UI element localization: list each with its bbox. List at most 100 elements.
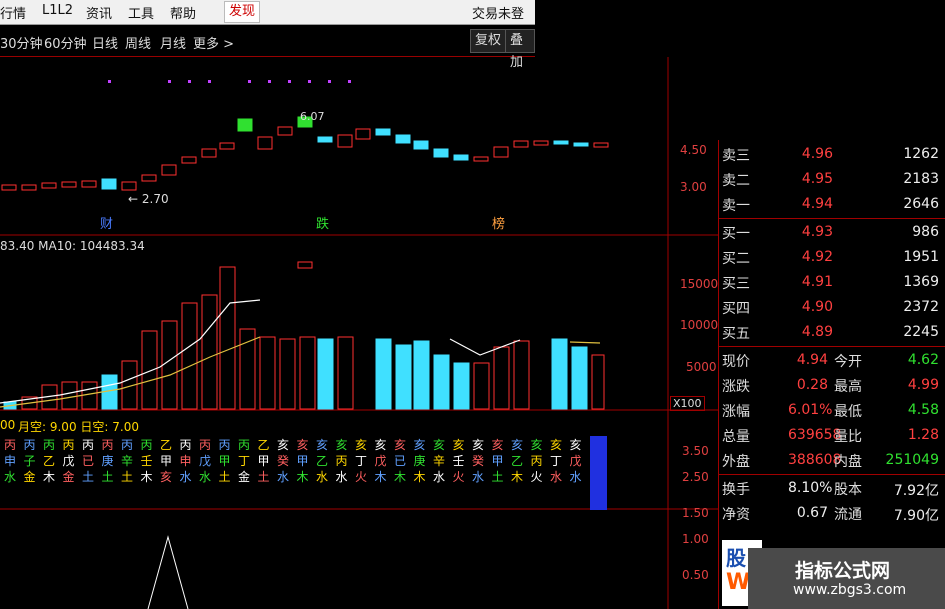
- ganzhi-char: 甲: [218, 454, 231, 468]
- quote-volume: 986: [912, 224, 939, 240]
- indicator-line: [147, 535, 189, 609]
- signal-dot: [168, 80, 171, 83]
- quote-label: 买一: [722, 226, 750, 242]
- marker-bang[interactable]: 榜: [492, 213, 505, 232]
- stat-value: 4.99: [907, 377, 939, 393]
- quote-volume: 1262: [903, 146, 939, 162]
- stat-row: 净资 0.67 流通 7.90亿: [718, 502, 945, 526]
- ganzhi-char: 亥: [530, 438, 543, 452]
- ganzhi-char: 丙: [199, 438, 212, 452]
- candle: [573, 142, 589, 147]
- bid-row: 买二 4.92 1951: [718, 246, 945, 270]
- fuquan-button[interactable]: 复权: [470, 29, 507, 53]
- indicator-header: 月空: 9.00 日空: 7.00: [18, 420, 139, 434]
- quote-label: 买三: [722, 276, 750, 292]
- candle: [21, 184, 37, 191]
- ganzhi-char: 丙: [121, 438, 134, 452]
- marker-cai[interactable]: 财: [100, 213, 113, 232]
- candle: [493, 146, 509, 158]
- ganzhi-char: 木: [43, 470, 56, 484]
- menu-item-3[interactable]: 工具: [128, 3, 154, 22]
- ganzhi-char: 壬: [140, 454, 153, 468]
- indicator-prefix: 00: [0, 418, 16, 432]
- stat-label: 最高: [834, 379, 862, 395]
- ganzhi-char: 亥: [452, 438, 465, 452]
- stat-label: 量比: [834, 429, 862, 445]
- ganzhi-char: 土: [101, 470, 114, 484]
- ask-row: 卖三 4.96 1262: [718, 143, 945, 167]
- period-5[interactable]: 更多 >: [193, 33, 234, 52]
- candle: [277, 126, 293, 136]
- kline-chart[interactable]: [0, 57, 718, 609]
- ganzhi-char: 丙: [179, 438, 192, 452]
- ganzhi-char: 亥: [569, 438, 582, 452]
- ganzhi-char: 水: [472, 470, 485, 484]
- stat-row: 涨跌 0.28 最高 4.99: [718, 374, 945, 398]
- quote-price: 4.96: [801, 146, 833, 162]
- quote-price: 4.91: [801, 274, 833, 290]
- period-0[interactable]: 30分钟: [0, 33, 43, 52]
- period-1[interactable]: 60分钟: [44, 33, 87, 52]
- ganzhi-char: 丙: [82, 438, 95, 452]
- candle: [1, 184, 17, 191]
- ganzhi-char: 水: [433, 470, 446, 484]
- menu-item-0[interactable]: 行情: [0, 3, 26, 22]
- ganzhi-char: 甲: [257, 454, 270, 468]
- quote-panel: 卖三 4.96 1262 卖二 4.95 2183 卖一 4.94 2646 买一 …: [718, 140, 945, 609]
- signal-dot: [308, 80, 311, 83]
- volume-bar: [161, 320, 178, 410]
- volume-bar: [493, 346, 510, 410]
- quote-price: 4.94: [801, 196, 833, 212]
- volume-bar: [279, 338, 296, 410]
- stat-value: 388608: [788, 452, 842, 468]
- stat-label: 今开: [834, 354, 862, 370]
- candle: [161, 164, 177, 176]
- menu-item-2[interactable]: 资讯: [86, 3, 112, 22]
- bid-row: 买五 4.89 2245: [718, 321, 945, 345]
- stat-value: 639658: [788, 427, 842, 443]
- signal-dot: [328, 80, 331, 83]
- stat-value: 7.90亿: [893, 508, 939, 524]
- high-annotation: 6.07: [300, 110, 325, 123]
- ganzhi-char: 丁: [238, 454, 251, 468]
- ganzhi-char: 乙: [160, 438, 173, 452]
- quote-label: 卖一: [722, 198, 750, 214]
- period-3[interactable]: 周线: [125, 33, 151, 52]
- signal-dot: [188, 80, 191, 83]
- ganzhi-char: 水: [550, 470, 563, 484]
- ganzhi-char: 丙: [23, 438, 36, 452]
- ganzhi-char: 水: [199, 470, 212, 484]
- ask-row: 卖二 4.95 2183: [718, 168, 945, 192]
- ganzhi-char: 丁: [550, 454, 563, 468]
- ganzhi-char: 水: [569, 470, 582, 484]
- period-2[interactable]: 日线: [92, 33, 118, 52]
- menu-item-5[interactable]: 发现: [224, 1, 261, 23]
- indicator-tick: 2.50: [682, 470, 709, 484]
- bid-row: 买三 4.91 1369: [718, 271, 945, 295]
- volume-bar: [181, 302, 198, 410]
- period-4[interactable]: 月线: [160, 33, 186, 52]
- quote-price: 4.95: [801, 171, 833, 187]
- stat-label: 外盘: [722, 454, 750, 470]
- candle: [219, 142, 235, 150]
- candle: [81, 180, 97, 188]
- signal-dot: [208, 80, 211, 83]
- stat-value: 7.92亿: [893, 483, 939, 499]
- overlay-button[interactable]: 叠加: [505, 29, 535, 70]
- ganzhi-char: 亥: [550, 438, 563, 452]
- ganzhi-char: 丙: [4, 438, 17, 452]
- stat-value: 4.94: [796, 352, 828, 368]
- ganzhi-char: 庚: [101, 454, 114, 468]
- quote-volume: 2372: [903, 299, 939, 315]
- ganzhi-char: 甲: [296, 454, 309, 468]
- quote-volume: 2646: [903, 196, 939, 212]
- volume-bar: [513, 340, 530, 410]
- marker-die[interactable]: 跌: [316, 213, 329, 232]
- menu-item-1[interactable]: L1L2: [42, 3, 73, 18]
- menu-item-4[interactable]: 帮助: [170, 3, 196, 22]
- ganzhi-char: 亥: [511, 438, 524, 452]
- quote-volume: 1369: [903, 274, 939, 290]
- volume-bar: [473, 362, 490, 410]
- ganzhi-char: 土: [121, 470, 134, 484]
- ganzhi-char: 土: [491, 470, 504, 484]
